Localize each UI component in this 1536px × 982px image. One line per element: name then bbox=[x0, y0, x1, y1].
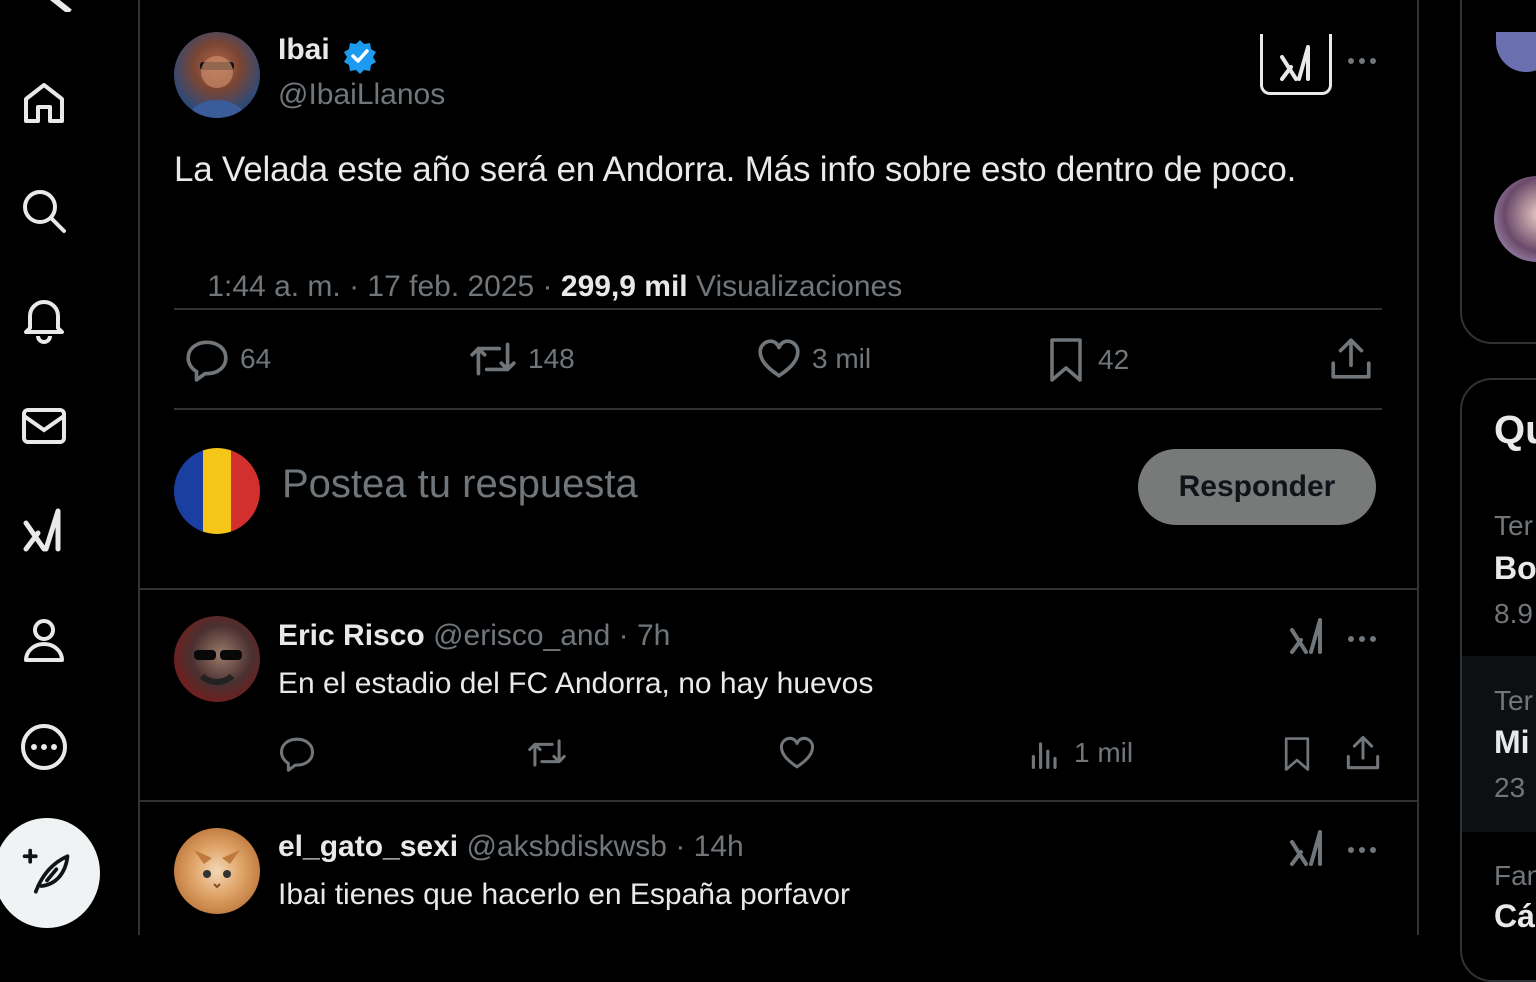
like-count: 3 mil bbox=[812, 343, 872, 374]
views-count: 1 mil bbox=[1074, 737, 1134, 768]
reply-text: Ibai tienes que hacerlo en España porfav… bbox=[278, 878, 851, 911]
reply-input[interactable]: Postea tu respuesta bbox=[282, 462, 638, 507]
divider bbox=[140, 800, 1417, 802]
tweet-meta: 1:44 a. m. · 17 feb. 2025 · 299,9 mil Vi… bbox=[174, 236, 902, 338]
reply-count: 64 bbox=[240, 343, 272, 374]
trend-category: Ter bbox=[1494, 510, 1533, 541]
more-options-icon[interactable] bbox=[1348, 847, 1376, 853]
more-circle-icon[interactable] bbox=[16, 719, 72, 775]
person-icon[interactable] bbox=[16, 612, 72, 668]
reply-time[interactable]: · 14h bbox=[675, 830, 743, 863]
more-options-icon[interactable] bbox=[1348, 58, 1376, 64]
retweet-count: 148 bbox=[528, 343, 575, 374]
divider bbox=[174, 408, 1382, 410]
reply-action[interactable] bbox=[278, 734, 316, 772]
reply-author-handle[interactable]: @erisco_and bbox=[433, 619, 610, 652]
tweet-time[interactable]: 1:44 a. m. · 17 feb. 2025 · bbox=[207, 270, 561, 303]
author-avatar[interactable] bbox=[174, 32, 260, 118]
reply-icon bbox=[186, 340, 228, 382]
x-logo-icon[interactable] bbox=[18, 0, 74, 12]
retweet-action[interactable]: 148 bbox=[468, 336, 575, 382]
divider bbox=[140, 588, 1417, 590]
reply-avatar[interactable] bbox=[174, 616, 260, 702]
reply-time[interactable]: · 7h bbox=[619, 619, 671, 652]
like-action[interactable] bbox=[778, 734, 816, 772]
bookmark-action[interactable]: 42 bbox=[1044, 336, 1129, 384]
share-action[interactable] bbox=[1328, 336, 1374, 382]
trend-count: 23 bbox=[1494, 772, 1526, 803]
views-label: Visualizaciones bbox=[687, 270, 903, 303]
grok-explain-icon[interactable] bbox=[1260, 34, 1332, 95]
bell-icon[interactable] bbox=[16, 290, 72, 346]
feather-plus-icon bbox=[22, 848, 70, 894]
trend-category: Ter bbox=[1494, 685, 1533, 716]
bookmark-count: 42 bbox=[1098, 344, 1130, 375]
verified-badge-icon bbox=[342, 38, 378, 74]
like-action[interactable]: 3 mil bbox=[756, 336, 871, 382]
search-icon[interactable] bbox=[16, 183, 72, 239]
share-action[interactable] bbox=[1344, 734, 1382, 772]
trend-title: Mi bbox=[1494, 724, 1530, 760]
divider bbox=[174, 308, 1382, 310]
views-count: 299,9 mil bbox=[560, 270, 688, 303]
views-action[interactable]: 1 mil bbox=[1028, 734, 1133, 772]
grok-icon[interactable] bbox=[1288, 828, 1328, 868]
reply-author-name[interactable]: Eric Risco bbox=[278, 619, 425, 652]
grok-icon[interactable] bbox=[16, 503, 72, 559]
more-options-icon[interactable] bbox=[1348, 636, 1376, 642]
author-name[interactable]: Ibai bbox=[278, 33, 330, 67]
post-button[interactable] bbox=[0, 818, 100, 928]
trend-title: Bo bbox=[1494, 550, 1536, 586]
heart-icon bbox=[758, 339, 800, 378]
reply-button[interactable]: Responder bbox=[1138, 449, 1376, 525]
main-column: Ibai @IbaiLlanos La Velada este año será… bbox=[138, 0, 1419, 935]
reply-text: En el estadio del FC Andorra, no hay hue… bbox=[278, 667, 874, 700]
mail-icon[interactable] bbox=[16, 398, 72, 454]
retweet-action[interactable] bbox=[526, 734, 568, 772]
reply-author-line: el_gato_sexi @aksbdiskwsb · 14h bbox=[278, 830, 744, 864]
analytics-icon bbox=[1031, 742, 1057, 769]
trend-count: 8.9 bbox=[1494, 598, 1533, 629]
reply-author-handle[interactable]: @aksbdiskwsb bbox=[466, 830, 667, 863]
reply-action[interactable]: 64 bbox=[184, 336, 271, 382]
reply-author-name[interactable]: el_gato_sexi bbox=[278, 830, 458, 863]
bookmark-action[interactable] bbox=[1280, 734, 1314, 774]
reply-icon bbox=[279, 737, 315, 772]
author-handle[interactable]: @IbaiLlanos bbox=[278, 78, 445, 112]
reply-avatar[interactable] bbox=[174, 828, 260, 914]
tweet-text: La Velada este año será en Andorra. Más … bbox=[174, 150, 1297, 189]
bookmark-icon bbox=[1050, 338, 1082, 382]
bookmark-icon bbox=[1284, 737, 1310, 771]
reply-author-line: Eric Risco @erisco_and · 7h bbox=[278, 619, 670, 653]
trend-title: Cá bbox=[1494, 898, 1535, 934]
trends-heading: Qu bbox=[1494, 408, 1536, 452]
share-icon bbox=[1346, 735, 1380, 770]
retweet-icon bbox=[528, 739, 566, 767]
share-icon bbox=[1331, 338, 1371, 379]
user-avatar[interactable] bbox=[174, 448, 260, 534]
heart-icon bbox=[779, 736, 815, 769]
home-icon[interactable] bbox=[16, 75, 72, 131]
trend-category: Fan bbox=[1494, 860, 1536, 891]
grok-icon[interactable] bbox=[1288, 616, 1328, 656]
retweet-icon bbox=[470, 342, 516, 376]
